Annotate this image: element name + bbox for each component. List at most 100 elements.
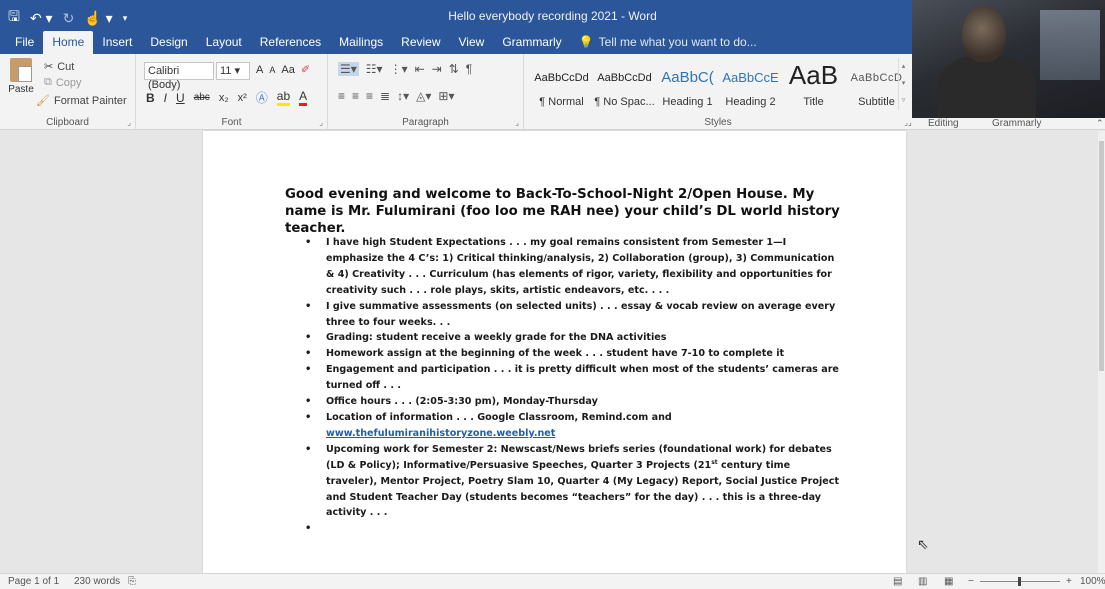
clipboard-group-label: Clipboard: [46, 117, 89, 128]
clear-formatting-icon[interactable]: ✐: [301, 63, 310, 76]
shading-icon[interactable]: ◬▾: [416, 89, 431, 103]
word-count[interactable]: 230 words: [74, 576, 120, 587]
focus-mode-icon[interactable]: ▤: [893, 576, 902, 587]
tab-review[interactable]: Review: [392, 31, 449, 54]
collapse-ribbon-icon[interactable]: ⌃: [1096, 118, 1104, 129]
line-spacing-icon[interactable]: ↕▾: [397, 89, 409, 103]
font-dialog-launcher-icon[interactable]: ⌟: [319, 118, 323, 127]
list-item: • Office hours . . . (2:05-3:30 pm), Mond…: [303, 394, 843, 410]
clipboard-group: Paste ✂ Cut ⧉ Copy 🖌 Format Painter Clipboa…: [0, 54, 136, 130]
zoom-out-icon[interactable]: −: [968, 576, 974, 587]
style-normal[interactable]: AaBbCcDd ¶ Normal: [530, 58, 593, 110]
grammarly-group-label[interactable]: Grammarly: [992, 118, 1041, 129]
strikethrough-icon[interactable]: abc: [194, 92, 210, 103]
list-item-text: Engagement and participation . . . it is…: [326, 364, 839, 392]
word-window: 🖫 ↶ ▾ ↻ ☝ ▾ ▾ Hello everybody recording …: [0, 0, 1105, 589]
increase-indent-icon[interactable]: ⇥: [432, 62, 442, 76]
tell-me-box[interactable]: 💡 Tell me what you want to do...: [571, 31, 765, 54]
bullets-icon[interactable]: ☰▾: [338, 62, 359, 76]
pilcrow-icon[interactable]: ¶: [466, 62, 472, 76]
font-color-icon[interactable]: A: [299, 89, 308, 106]
text-effects-icon[interactable]: Ⓐ: [256, 89, 268, 106]
format-painter-label: Format Painter: [53, 94, 127, 107]
numbering-icon[interactable]: ☷▾: [366, 62, 383, 76]
document-page[interactable]: Good evening and welcome to Back-To-Scho…: [203, 131, 906, 573]
zoom-level[interactable]: 100%: [1080, 576, 1105, 587]
copy-button[interactable]: ⧉ Copy: [44, 76, 82, 89]
page-count[interactable]: Page 1 of 1: [8, 576, 59, 587]
print-layout-icon[interactable]: ▦: [944, 576, 953, 587]
style-title[interactable]: AaB Title: [782, 58, 845, 110]
vertical-scrollbar[interactable]: [1098, 131, 1105, 573]
borders-icon[interactable]: ⊞▾: [438, 89, 454, 103]
subscript-icon[interactable]: x₂: [219, 92, 229, 104]
bullet-icon: •: [305, 348, 312, 360]
tab-view[interactable]: View: [450, 31, 494, 54]
list-item: • Grading: student receive a weekly grade…: [303, 330, 843, 346]
status-bar: Page 1 of 1 230 words ⎘ ▤ ▥ ▦ − + 100%: [0, 573, 1105, 589]
font-format-row: B I U abc x₂ x² Ⓐ ab A: [146, 89, 308, 106]
italic-icon[interactable]: I: [164, 91, 167, 105]
superscript-icon[interactable]: x²: [238, 92, 247, 104]
tab-references[interactable]: References: [251, 31, 330, 54]
grow-font-button[interactable]: A: [256, 64, 263, 76]
list-item: • Upcoming work for Semester 2: Newscast/…: [303, 442, 843, 522]
style-no-spacing[interactable]: AaBbCcDd ¶ No Spac...: [593, 58, 656, 110]
underline-icon[interactable]: U: [176, 91, 185, 105]
tab-mailings[interactable]: Mailings: [330, 31, 392, 54]
sort-icon[interactable]: ⇅: [449, 62, 459, 76]
editing-group-label[interactable]: Editing: [928, 118, 959, 129]
bullet-list: • I have high Student Expectations . . . …: [303, 235, 843, 534]
bullet-icon: •: [305, 300, 312, 312]
style-name: Heading 1: [662, 96, 713, 108]
font-size-controls: A A Aa ✐: [256, 63, 310, 77]
bullet-icon: •: [305, 523, 312, 535]
font-size-select[interactable]: 11 ▾: [216, 62, 250, 80]
multilevel-list-icon[interactable]: ⋮▾: [390, 62, 408, 76]
style-heading-2[interactable]: AaBbCcE Heading 2: [719, 58, 782, 110]
bold-icon[interactable]: B: [146, 91, 155, 105]
read-mode-icon[interactable]: ▥: [918, 576, 927, 587]
align-center-icon[interactable]: ≡: [352, 89, 359, 103]
tab-home[interactable]: Home: [43, 31, 94, 54]
cut-button[interactable]: ✂ Cut: [44, 60, 75, 74]
list-item-text: Location of information . . . Google Cla…: [326, 411, 672, 423]
tab-layout[interactable]: Layout: [197, 31, 251, 54]
align-right-icon[interactable]: ≡: [366, 89, 373, 103]
dialog-launcher-icon[interactable]: ⌟: [127, 118, 131, 127]
highlight-icon[interactable]: ab: [276, 89, 291, 106]
document-area: Good evening and welcome to Back-To-Scho…: [0, 131, 1105, 573]
proofing-icon[interactable]: ⎘: [128, 576, 136, 587]
scrollbar-thumb[interactable]: [1099, 141, 1104, 371]
format-painter-button[interactable]: 🖌 Format Painter: [36, 94, 127, 108]
style-heading-1[interactable]: AaBbC( Heading 1: [656, 58, 719, 110]
website-link[interactable]: www.thefulumiranihistoryzone.weebly.net: [326, 428, 555, 439]
font-name-select[interactable]: Calibri (Body): [144, 62, 214, 91]
paste-button[interactable]: Paste: [6, 58, 36, 110]
styles-gallery-scroll[interactable]: ▴ ▾ ▿: [898, 58, 908, 110]
style-name: ¶ No Spac...: [594, 96, 655, 108]
paragraph-dialog-launcher-icon[interactable]: ⌟: [515, 118, 519, 127]
cut-label: Cut: [57, 60, 75, 73]
justify-icon[interactable]: ≣: [380, 89, 390, 103]
bullet-icon: •: [305, 237, 312, 248]
zoom-in-icon[interactable]: +: [1066, 576, 1072, 587]
paragraph-row-2: ≡ ≡ ≡ ≣ ↕▾ ◬▾ ⊞▾: [338, 89, 454, 103]
list-item-text: I have high Student Expectations . . . m…: [326, 237, 835, 296]
zoom-slider-thumb[interactable]: [1018, 577, 1021, 586]
list-item-text: Grading: student receive a weekly grade …: [326, 332, 667, 344]
tab-design[interactable]: Design: [141, 31, 196, 54]
tab-insert[interactable]: Insert: [93, 31, 141, 54]
list-item-text: Office hours . . . (2:05-3:30 pm), Monda…: [326, 396, 598, 408]
shrink-font-button[interactable]: A: [269, 65, 275, 75]
tab-grammarly[interactable]: Grammarly: [493, 31, 570, 54]
styles-group: AaBbCcDd ¶ Normal AaBbCcDd ¶ No Spac... …: [524, 54, 912, 130]
lightbulb-icon: 💡: [578, 35, 594, 49]
ribbon-home: Paste ✂ Cut ⧉ Copy 🖌 Format Painter Clipboa…: [0, 54, 912, 130]
tab-file[interactable]: File: [6, 31, 43, 54]
decrease-indent-icon[interactable]: ⇤: [415, 62, 425, 76]
change-case-button[interactable]: Aa: [281, 64, 294, 76]
bullet-icon: •: [305, 396, 312, 408]
align-left-icon[interactable]: ≡: [338, 89, 345, 103]
styles-launcher-icon[interactable]: ⌟: [908, 118, 912, 127]
